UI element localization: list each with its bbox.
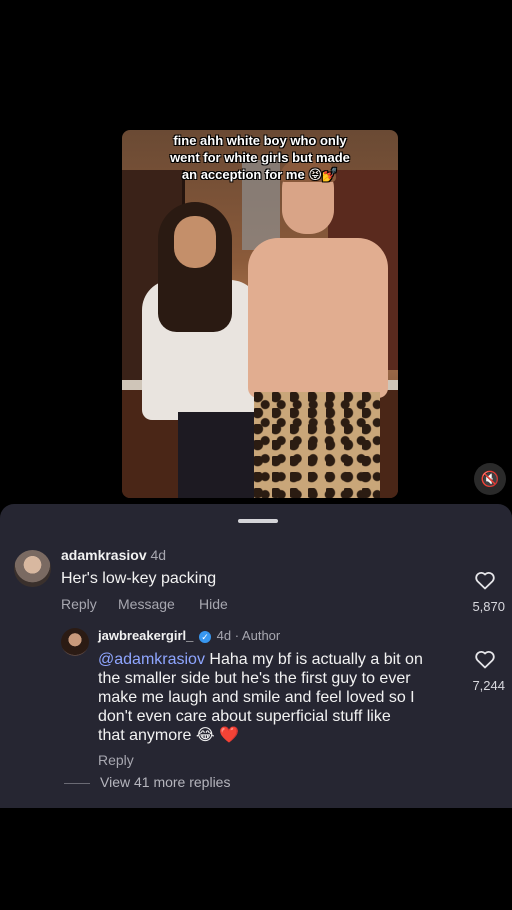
- reply-text: @adamkrasiov Haha my bf is actually a bi…: [98, 651, 423, 744]
- hide-button[interactable]: Hide: [199, 596, 228, 612]
- reply-button[interactable]: Reply: [98, 752, 134, 768]
- mention-link[interactable]: @adamkrasiov: [98, 651, 205, 668]
- reply-button[interactable]: Reply: [61, 596, 97, 612]
- like-count: 7,244: [472, 678, 505, 693]
- caption-line-1: fine ahh white boy who only: [173, 133, 347, 148]
- message-button[interactable]: Message: [118, 596, 175, 612]
- sheet-drag-handle[interactable]: [238, 519, 278, 523]
- heart-icon[interactable]: [473, 568, 497, 592]
- replies-divider: [64, 783, 90, 784]
- view-more-replies-button[interactable]: View 41 more replies: [100, 774, 230, 790]
- heart-icon[interactable]: [473, 647, 497, 671]
- caption-line-3: an acception for me 😝💅: [181, 167, 339, 182]
- comments-sheet: adamkrasiov 4d Her's low-key packing Rep…: [0, 504, 512, 808]
- avatar[interactable]: [61, 628, 89, 656]
- video-caption: fine ahh white boy who only went for whi…: [122, 132, 398, 183]
- volume-muted-icon[interactable]: 🔇: [474, 463, 506, 495]
- comment-username[interactable]: jawbreakergirl_ ✓ 4d · Author: [98, 628, 280, 643]
- caption-line-2: went for white girls but made: [170, 150, 350, 165]
- like-count: 5,870: [472, 599, 505, 614]
- comment-time: 4d: [150, 547, 167, 563]
- avatar[interactable]: [14, 550, 51, 587]
- comment-username[interactable]: adamkrasiov 4d: [61, 547, 166, 563]
- comment-text: Her's low-key packing: [61, 570, 217, 587]
- reel-video[interactable]: fine ahh white boy who only went for whi…: [122, 130, 398, 498]
- verified-badge-icon: ✓: [199, 630, 212, 643]
- comment-time: 4d · Author: [216, 628, 281, 643]
- boy-figure: [238, 160, 394, 498]
